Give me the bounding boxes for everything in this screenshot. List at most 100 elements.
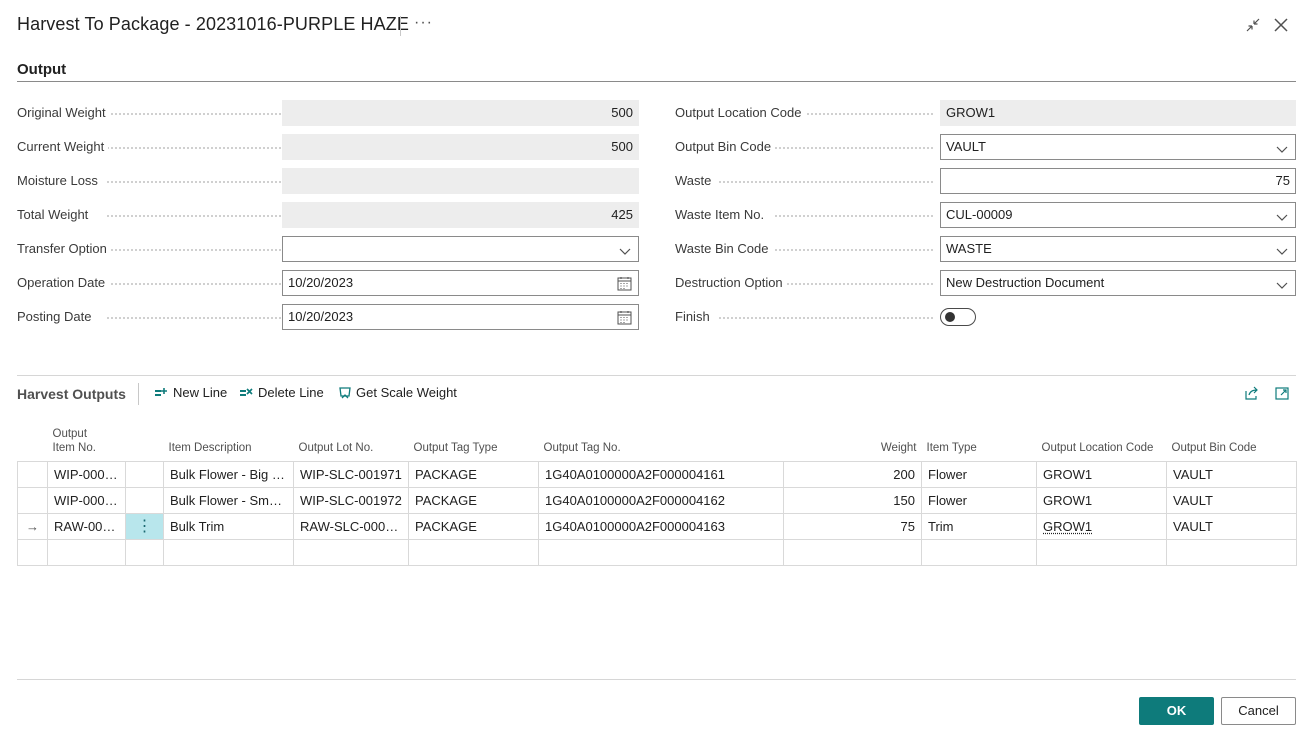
field-label: Finish [675,309,714,324]
table-row-empty[interactable] [17,538,1297,566]
item-type-cell[interactable]: Trim [921,512,1037,540]
table-row-selected[interactable]: → RAW-00002 ⋮ Bulk Trim RAW-SLC-000119 P… [17,512,1297,540]
column-header-weight[interactable]: Weight [784,424,922,461]
column-header-description[interactable]: Item Description [164,424,294,461]
chevron-down-icon [1275,140,1289,159]
field-label: Current Weight [17,139,109,154]
column-header-location[interactable]: Output Location Code [1037,424,1167,461]
description-cell[interactable]: Bulk Flower - Small ... [163,486,294,514]
title-separator [400,16,401,36]
item-type-cell[interactable]: Flower [921,460,1037,488]
operation-date-row: Operation Date 10/20/2023 [17,270,639,296]
field-label: Posting Date [17,309,96,324]
operation-date-field[interactable]: 10/20/2023 [282,270,639,296]
waste-item-no-row: Waste Item No. CUL-00009 [675,202,1296,228]
column-header-item-type[interactable]: Item Type [922,424,1037,461]
close-icon[interactable] [1272,16,1292,36]
current-weight-row: Current Weight 500 [17,134,639,160]
column-header-item-no[interactable]: Output Item No. [48,424,126,461]
finish-row: Finish [675,304,1296,330]
lot-no-cell[interactable]: WIP-SLC-001971 [293,460,409,488]
output-section-title: Output [17,61,67,78]
weight-cell[interactable]: 75 [783,512,922,540]
toolbar-separator [138,383,139,405]
field-label: Waste [675,173,716,188]
tag-type-cell[interactable]: PACKAGE [408,486,539,514]
bin-cell[interactable]: VAULT [1166,512,1297,540]
column-header-tag-no[interactable]: Output Tag No. [539,424,784,461]
column-header-lot-no[interactable]: Output Lot No. [294,424,409,461]
expand-icon[interactable] [1274,385,1290,404]
output-location-code-row: Output Location Code GROW1 [675,100,1296,126]
column-header-tag-type[interactable]: Output Tag Type [409,424,539,461]
location-link[interactable]: GROW1 [1043,519,1092,534]
chevron-down-icon [1275,276,1289,295]
location-cell[interactable]: GROW1 [1036,460,1167,488]
original-weight-row: Original Weight 500 [17,100,639,126]
transfer-option-row: Transfer Option [17,236,639,262]
transfer-option-select[interactable] [282,236,639,262]
tag-no-cell[interactable]: 1G40A0100000A2F000004163 [538,512,784,540]
waste-item-no-select[interactable]: CUL-00009 [940,202,1296,228]
row-menu-cell[interactable] [125,460,164,488]
collapse-icon[interactable] [1244,16,1264,36]
table-row[interactable]: WIP-00002 Bulk Flower - Small ... WIP-SL… [17,486,1297,514]
lot-no-cell[interactable]: WIP-SLC-001972 [293,486,409,514]
weight-cell[interactable]: 150 [783,486,922,514]
destruction-option-row: Destruction Option New Destruction Docum… [675,270,1296,296]
ok-button[interactable]: OK [1139,697,1214,725]
output-location-code-field: GROW1 [940,100,1296,126]
dialog-title: Harvest To Package - 20231016-PURPLE HAZ… [17,14,409,34]
item-type-cell[interactable]: Flower [921,486,1037,514]
bin-cell[interactable]: VAULT [1166,486,1297,514]
bin-cell[interactable]: VAULT [1166,460,1297,488]
location-cell[interactable]: GROW1 [1036,486,1167,514]
moisture-loss-field [282,168,639,194]
column-header-bin[interactable]: Output Bin Code [1167,424,1297,461]
field-label: Destruction Option [675,275,787,290]
calendar-icon[interactable] [617,275,632,295]
output-bin-code-select[interactable]: VAULT [940,134,1296,160]
cancel-button[interactable]: Cancel [1221,697,1296,725]
waste-bin-code-select[interactable]: WASTE [940,236,1296,262]
toggle-knob [945,312,955,322]
field-label: Moisture Loss [17,173,102,188]
tag-type-cell[interactable]: PACKAGE [408,460,539,488]
item-no-cell[interactable]: RAW-00002 [47,512,126,540]
row-indicator[interactable] [17,486,48,514]
field-label: Output Bin Code [675,139,776,154]
new-line-button[interactable]: New Line [154,385,227,403]
tag-no-cell[interactable]: 1G40A0100000A2F000004162 [538,486,784,514]
row-indicator[interactable]: → [17,512,48,540]
field-label: Output Location Code [675,105,806,120]
more-options-button[interactable]: ··· [414,14,433,32]
tag-type-cell[interactable]: PACKAGE [408,512,539,540]
tag-no-cell[interactable]: 1G40A0100000A2F000004161 [538,460,784,488]
location-cell[interactable]: GROW1 [1036,512,1167,540]
row-menu-cell[interactable] [125,486,164,514]
share-icon[interactable] [1244,385,1260,404]
calendar-icon[interactable] [617,309,632,329]
item-no-cell[interactable]: WIP-00002 [47,486,126,514]
delete-line-button[interactable]: Delete Line [239,385,324,403]
finish-toggle[interactable] [940,308,976,326]
output-bin-code-row: Output Bin Code VAULT [675,134,1296,160]
row-indicator[interactable] [17,460,48,488]
total-weight-field: 425 [282,202,639,228]
posting-date-field[interactable]: 10/20/2023 [282,304,639,330]
scale-icon [338,386,352,403]
subpage-divider [17,375,1296,376]
get-scale-weight-button[interactable]: Get Scale Weight [338,385,457,403]
new-line-icon [154,386,169,403]
table-row[interactable]: WIP-00001 Bulk Flower - Big Bud WIP-SLC-… [17,460,1297,488]
item-no-cell[interactable]: WIP-00001 [47,460,126,488]
lot-no-cell[interactable]: RAW-SLC-000119 [293,512,409,540]
moisture-loss-row: Moisture Loss [17,168,639,194]
field-label: Original Weight [17,105,110,120]
waste-field[interactable]: 75 [940,168,1296,194]
row-menu-button[interactable]: ⋮ [125,512,164,540]
weight-cell[interactable]: 200 [783,460,922,488]
destruction-option-select[interactable]: New Destruction Document [940,270,1296,296]
description-cell[interactable]: Bulk Flower - Big Bud [163,460,294,488]
description-cell[interactable]: Bulk Trim [163,512,294,540]
